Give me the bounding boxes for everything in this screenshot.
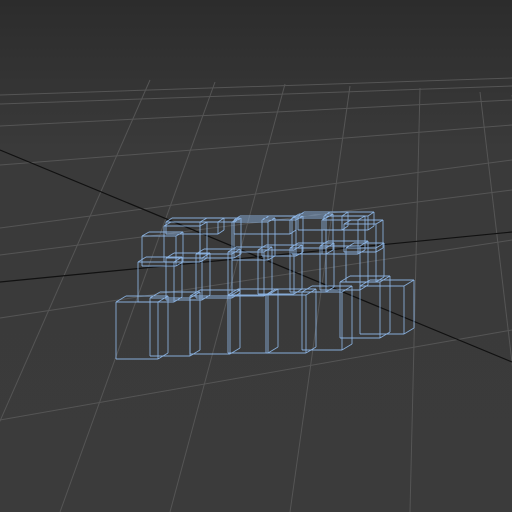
- grid-line-v: [409, 87, 421, 512]
- perspective-viewport[interactable]: [0, 0, 512, 512]
- world-axes: [0, 149, 512, 363]
- wireframe-box[interactable]: [141, 231, 184, 267]
- wireframe-box[interactable]: [257, 244, 303, 295]
- y-axis-line: [0, 231, 512, 283]
- wireframe-box[interactable]: [359, 279, 415, 335]
- wireframe-box[interactable]: [301, 285, 353, 351]
- grid-line-h: [0, 124, 512, 166]
- wireframe-box[interactable]: [265, 288, 317, 354]
- wireframe-box[interactable]: [115, 295, 169, 360]
- grid-line-h: [0, 329, 512, 421]
- wireframe-box[interactable]: [339, 275, 391, 339]
- grid-line-h: [0, 85, 512, 105]
- wireframe-box[interactable]: [227, 288, 279, 354]
- wireframe-box[interactable]: [163, 221, 208, 263]
- x-axis-line: [0, 149, 512, 363]
- wireframe-box[interactable]: [195, 248, 241, 299]
- wireframe-box[interactable]: [297, 211, 349, 231]
- grid-line-h: [0, 77, 512, 96]
- wireframe-box[interactable]: [137, 256, 183, 303]
- grid-line-v: [479, 91, 512, 367]
- viewport-scene[interactable]: [0, 0, 512, 512]
- grid-line-v: [289, 85, 351, 512]
- grid-line-h: [0, 99, 512, 127]
